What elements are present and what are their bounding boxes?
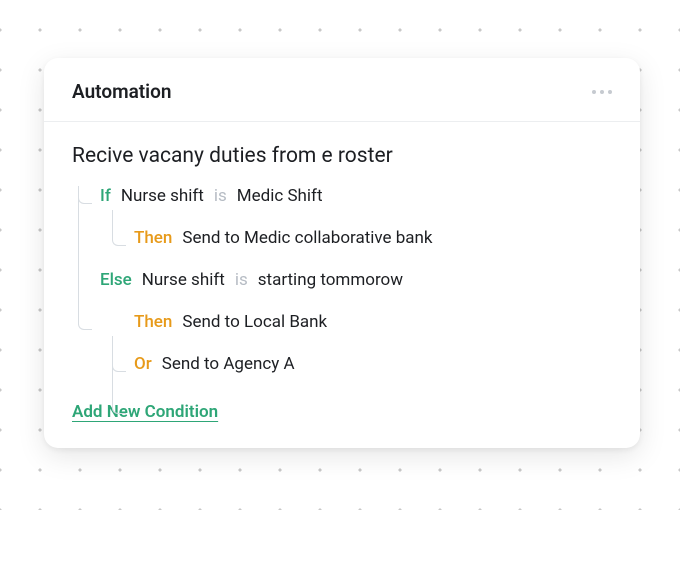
if-operator: is (214, 186, 227, 206)
condition-or-row[interactable]: Or Send to Agency A (78, 354, 612, 374)
condition-if-row[interactable]: If Nurse shift is Medic Shift (78, 186, 612, 206)
add-new-condition-link[interactable]: Add New Condition (72, 402, 218, 422)
condition-then-row-2[interactable]: Then Send to Local Bank (78, 312, 612, 332)
card-title: Automation (72, 80, 171, 103)
card-header: Automation (44, 58, 640, 122)
keyword-or: Or (134, 354, 152, 374)
condition-tree: If Nurse shift is Medic Shift Then Send … (78, 186, 612, 374)
keyword-then: Then (134, 312, 172, 332)
then1-action: Send to Medic collaborative bank (182, 228, 432, 248)
keyword-then: Then (134, 228, 172, 248)
else-subject: Nurse shift (142, 270, 225, 290)
then2-action: Send to Local Bank (182, 312, 327, 332)
condition-else-row[interactable]: Else Nurse shift is starting tommorow (78, 270, 612, 290)
if-subject: Nurse shift (121, 186, 204, 206)
if-predicate: Medic Shift (237, 186, 323, 206)
automation-card: Automation Recive vacany duties from e r… (44, 58, 640, 448)
else-predicate: starting tommorow (258, 270, 403, 290)
card-body: Recive vacany duties from e roster If Nu… (44, 122, 640, 448)
rule-title: Recive vacany duties from e roster (72, 144, 612, 168)
more-icon[interactable] (592, 90, 612, 94)
keyword-if: If (100, 186, 111, 206)
keyword-else: Else (100, 270, 132, 290)
condition-then-row-1[interactable]: Then Send to Medic collaborative bank (78, 228, 612, 248)
or-action: Send to Agency A (162, 354, 295, 374)
else-operator: is (235, 270, 248, 290)
